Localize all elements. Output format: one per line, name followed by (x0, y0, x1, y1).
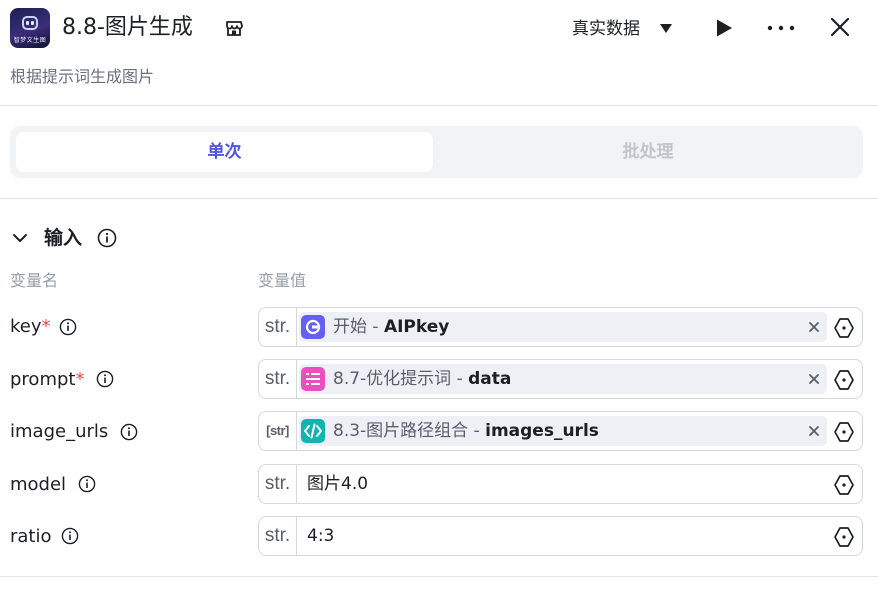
param-value-ratio[interactable]: str. 4:3 (258, 516, 863, 556)
divider (0, 105, 878, 106)
type-tag: str. (259, 360, 297, 398)
variable-reference-chip[interactable]: 8.7-优化提示词 - data (299, 364, 827, 394)
more-icon[interactable] (766, 18, 796, 38)
type-tag: str. (259, 517, 297, 555)
required-mark: * (75, 369, 85, 390)
node-description: 根据提示词生成图片 (10, 67, 155, 86)
param-value-key[interactable]: str. 开始 - AIPkey (258, 307, 863, 347)
variable-reference-icon[interactable] (833, 421, 855, 443)
type-tag: str. (259, 308, 297, 346)
model-value[interactable]: 图片4.0 (307, 465, 368, 503)
param-label-key: key* (10, 316, 51, 337)
required-mark: * (41, 316, 51, 337)
variable-reference-icon[interactable] (833, 317, 855, 339)
param-value-image-urls[interactable]: [str] 8.3-图片路径组合 - images_urls (258, 411, 863, 451)
reference-path: 8.3-图片路径组合 - images_urls (333, 421, 599, 441)
info-icon[interactable] (61, 527, 79, 545)
app-logo: 智梦文生图 (10, 8, 50, 48)
info-icon[interactable] (97, 228, 117, 248)
logo-text: 智梦文生图 (13, 37, 47, 44)
start-node-icon (301, 315, 325, 339)
param-value-model[interactable]: str. 图片4.0 (258, 464, 863, 504)
code-node-icon (301, 419, 325, 443)
column-header-name: 变量名 (10, 271, 59, 290)
input-section-title[interactable]: 输入 (44, 224, 82, 252)
param-label-ratio: ratio (10, 526, 52, 547)
reference-path: 8.7-优化提示词 - data (333, 369, 512, 389)
run-mode-tabs: 单次 批处理 (10, 126, 863, 178)
list-node-icon (301, 367, 325, 391)
close-icon[interactable] (830, 17, 850, 37)
type-tag: [str] (259, 412, 297, 450)
tab-single[interactable]: 单次 (16, 132, 433, 172)
param-label-model: model (10, 474, 67, 495)
clear-icon[interactable] (807, 424, 821, 438)
divider (0, 198, 878, 199)
info-icon[interactable] (78, 475, 96, 493)
variable-reference-chip[interactable]: 8.3-图片路径组合 - images_urls (299, 416, 827, 446)
store-icon[interactable] (224, 18, 244, 38)
info-icon[interactable] (96, 370, 114, 388)
column-header-value: 变量值 (258, 271, 307, 290)
node-title[interactable]: 8.8-图片生成 (62, 12, 193, 44)
variable-reference-chip[interactable]: 开始 - AIPkey (299, 312, 827, 342)
node-header: 智梦文生图 8.8-图片生成 真实数据 (0, 0, 878, 56)
play-icon[interactable] (714, 18, 734, 38)
info-icon[interactable] (120, 423, 138, 441)
ratio-value[interactable]: 4:3 (307, 517, 334, 555)
chevron-down-icon[interactable] (12, 231, 28, 245)
variable-reference-icon[interactable] (833, 474, 855, 496)
data-mode-select[interactable]: 真实数据 (572, 16, 640, 42)
variable-reference-icon[interactable] (833, 369, 855, 391)
param-label-prompt: prompt* (10, 369, 85, 390)
param-value-prompt[interactable]: str. 8.7-优化提示词 - data (258, 359, 863, 399)
info-icon[interactable] (59, 318, 77, 336)
tab-batch[interactable]: 批处理 (439, 132, 857, 172)
divider (0, 576, 878, 577)
clear-icon[interactable] (807, 320, 821, 334)
reference-path: 开始 - AIPkey (333, 317, 450, 337)
variable-reference-icon[interactable] (833, 526, 855, 548)
clear-icon[interactable] (807, 372, 821, 386)
chevron-down-icon[interactable] (660, 24, 672, 33)
type-tag: str. (259, 465, 297, 503)
param-label-image-urls: image_urls (10, 421, 109, 442)
